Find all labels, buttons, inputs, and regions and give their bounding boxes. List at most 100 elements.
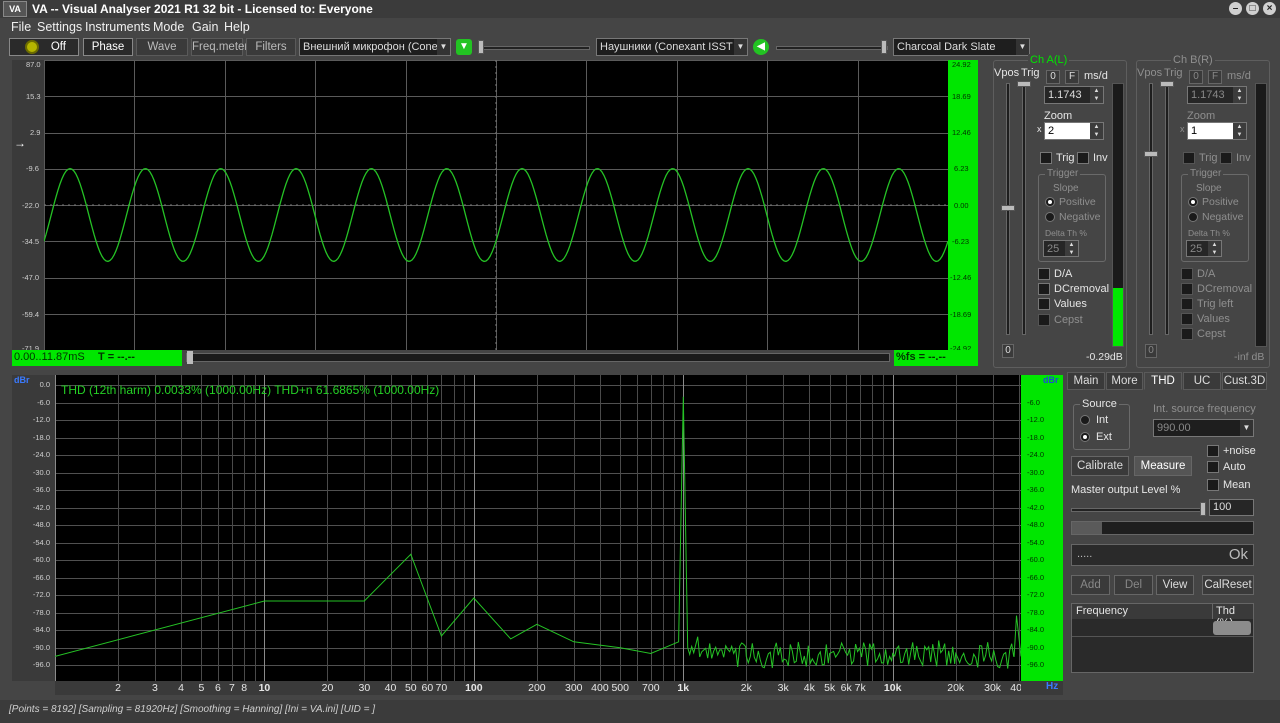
- chevron-down-icon: ▼: [734, 39, 747, 55]
- tab-uc[interactable]: UC: [1183, 372, 1221, 390]
- negative-radio[interactable]: [1188, 212, 1198, 222]
- trig-checkbox[interactable]: [1040, 152, 1052, 164]
- close-icon[interactable]: ×: [1263, 2, 1276, 15]
- calibrate-button[interactable]: Calibrate: [1071, 456, 1129, 476]
- auto-checkbox[interactable]: [1207, 461, 1219, 473]
- inv-checkbox[interactable]: [1220, 152, 1232, 164]
- input-gain-slider[interactable]: [478, 46, 590, 50]
- maximize-icon[interactable]: □: [1246, 2, 1259, 15]
- vpos-thumb[interactable]: [1001, 205, 1015, 211]
- result-field[interactable]: ..... Ok: [1071, 544, 1254, 566]
- int-radio[interactable]: [1080, 415, 1090, 425]
- speaker-icon[interactable]: ◀: [753, 39, 769, 55]
- trig-checkbox[interactable]: [1183, 152, 1195, 164]
- positive-radio[interactable]: [1188, 197, 1198, 207]
- freq-meter-button[interactable]: Freq.meter: [191, 38, 248, 56]
- spinner-arrows-icon[interactable]: ▲ ▼: [1208, 241, 1221, 256]
- input-gain-thumb[interactable]: [478, 40, 484, 54]
- zero-button[interactable]: 0: [1189, 70, 1203, 84]
- spinner-arrows-icon[interactable]: ▲ ▼: [1090, 123, 1103, 139]
- menu-settings[interactable]: Settings: [37, 20, 82, 34]
- zoom-spinner[interactable]: 1 ▲ ▼: [1187, 122, 1247, 140]
- delta-th-spinner[interactable]: 25 ▲ ▼: [1186, 240, 1222, 257]
- menu-mode[interactable]: Mode: [153, 20, 184, 34]
- spinner-arrows-icon[interactable]: ▲ ▼: [1090, 87, 1103, 103]
- trigger-level-slider[interactable]: [1165, 83, 1169, 335]
- col-thd-header[interactable]: Thd (%): [1213, 604, 1253, 629]
- da-label: D/A: [1054, 268, 1073, 280]
- del-button[interactable]: Del: [1114, 575, 1153, 595]
- add-button[interactable]: Add: [1071, 575, 1110, 595]
- tab-more[interactable]: More: [1106, 372, 1143, 390]
- spinner-arrows-icon[interactable]: ▲ ▼: [1065, 241, 1078, 256]
- scope-time-scrollbar[interactable]: [186, 351, 890, 364]
- negative-radio[interactable]: [1045, 212, 1055, 222]
- da-checkbox[interactable]: [1181, 268, 1193, 280]
- da-checkbox[interactable]: [1038, 268, 1050, 280]
- values-checkbox[interactable]: [1181, 313, 1193, 325]
- spinner-arrows-icon[interactable]: ▲ ▼: [1233, 123, 1246, 139]
- filters-button[interactable]: Filters: [246, 38, 296, 56]
- menu-gain[interactable]: Gain: [192, 20, 218, 34]
- output-volume-slider[interactable]: [776, 46, 888, 50]
- trigger-level-thumb[interactable]: [1017, 81, 1031, 87]
- wave-button[interactable]: Wave: [136, 38, 188, 56]
- phase-button[interactable]: Phase: [83, 38, 133, 56]
- values-checkbox[interactable]: [1038, 298, 1050, 310]
- theme-select[interactable]: Charcoal Dark Slate ▼: [893, 38, 1030, 56]
- ms-per-div-spinner[interactable]: 1.1743 ▲ ▼: [1187, 86, 1247, 104]
- trig-left-checkbox[interactable]: [1181, 298, 1193, 310]
- power-button[interactable]: Off: [9, 38, 79, 56]
- view-button[interactable]: View: [1156, 575, 1194, 595]
- vpos-slider[interactable]: [1149, 83, 1153, 335]
- ms-per-div-spinner[interactable]: 1.1743 ▲ ▼: [1044, 86, 1104, 104]
- tab-main[interactable]: Main: [1067, 372, 1105, 390]
- master-output-thumb[interactable]: [1200, 502, 1206, 516]
- dc-removal-checkbox[interactable]: [1038, 283, 1050, 295]
- microphone-icon[interactable]: ▼: [456, 39, 472, 55]
- ext-radio[interactable]: [1080, 432, 1090, 442]
- mean-checkbox[interactable]: [1207, 479, 1219, 491]
- col-frequency-header[interactable]: Frequency: [1072, 604, 1213, 619]
- master-output-value-box[interactable]: 100: [1209, 499, 1254, 516]
- output-volume-thumb[interactable]: [881, 40, 887, 54]
- trigger-level-thumb[interactable]: [1160, 81, 1174, 87]
- tab-thd[interactable]: THD: [1144, 372, 1182, 390]
- table-row[interactable]: [1072, 619, 1253, 637]
- cepst-checkbox[interactable]: [1038, 314, 1050, 326]
- zoom-spinner[interactable]: 2 ▲ ▼: [1044, 122, 1104, 140]
- spectrum-x-tick: 5k: [824, 682, 836, 694]
- master-output-slider[interactable]: [1071, 508, 1206, 512]
- ms-per-div-value: 1.1743: [1048, 89, 1082, 101]
- vpos-thumb[interactable]: [1144, 151, 1158, 157]
- zero-bottom-button[interactable]: 0: [1002, 344, 1014, 358]
- trigger-level-arrow-icon[interactable]: →: [14, 136, 26, 150]
- calreset-button[interactable]: CalReset: [1202, 575, 1254, 595]
- positive-radio[interactable]: [1045, 197, 1055, 207]
- input-device-select[interactable]: Внешний микрофон (Conexa ▼: [299, 38, 451, 56]
- menu-file[interactable]: File: [11, 20, 31, 34]
- f-button[interactable]: F: [1065, 70, 1079, 84]
- dc-removal-checkbox[interactable]: [1181, 283, 1193, 295]
- measure-button[interactable]: Measure: [1134, 456, 1192, 476]
- menu-help[interactable]: Help: [224, 20, 250, 34]
- noise-checkbox[interactable]: [1207, 445, 1219, 457]
- noise-label: +noise: [1223, 445, 1256, 457]
- menu-instruments[interactable]: Instruments: [85, 20, 150, 34]
- trigger-level-slider[interactable]: [1022, 83, 1026, 335]
- zero-bottom-button[interactable]: 0: [1145, 344, 1157, 358]
- minimize-icon[interactable]: –: [1229, 2, 1242, 15]
- results-table[interactable]: Frequency Thd (%): [1071, 603, 1254, 673]
- cepst-checkbox[interactable]: [1181, 328, 1193, 340]
- spectrum-display[interactable]: THD (12th harm) 0.0033% (1000.00Hz) THD+…: [54, 375, 1022, 681]
- scope-scroll-thumb[interactable]: [187, 351, 193, 364]
- f-button[interactable]: F: [1208, 70, 1222, 84]
- delta-th-spinner[interactable]: 25 ▲ ▼: [1043, 240, 1079, 257]
- inv-checkbox[interactable]: [1077, 152, 1089, 164]
- zero-button[interactable]: 0: [1046, 70, 1060, 84]
- oscilloscope-display[interactable]: [43, 60, 949, 351]
- int-source-frequency-select[interactable]: 990.00 ▼: [1153, 419, 1254, 437]
- tab-cust3d[interactable]: Cust.3D: [1222, 372, 1267, 390]
- output-device-select[interactable]: Наушники (Conexant ISST Au ▼: [596, 38, 748, 56]
- spinner-arrows-icon[interactable]: ▲ ▼: [1233, 87, 1246, 103]
